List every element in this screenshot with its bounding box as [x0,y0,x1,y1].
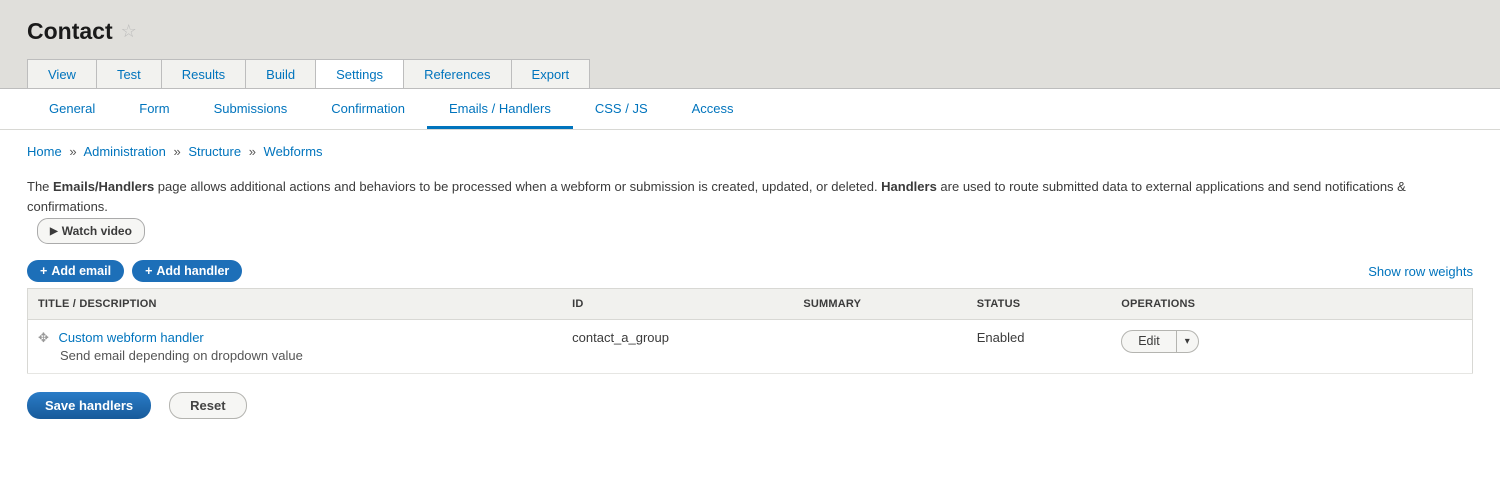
show-row-weights-link[interactable]: Show row weights [1368,264,1473,279]
breadcrumb-administration[interactable]: Administration [83,144,165,159]
form-actions: Save handlers Reset [27,392,1473,419]
subtab-emails-handlers[interactable]: Emails / Handlers [427,89,573,129]
subtab-general[interactable]: General [27,89,117,129]
star-icon[interactable]: ☆ [121,21,137,42]
reset-button[interactable]: Reset [169,392,246,419]
save-handlers-button[interactable]: Save handlers [27,392,151,419]
col-summary: SUMMARY [793,289,966,320]
desc-text: page allows additional actions and behav… [154,179,881,194]
subtab-confirmation[interactable]: Confirmation [309,89,427,129]
drag-handle-icon[interactable]: ✥ [38,330,55,345]
table-row: ✥ Custom webform handler Send email depe… [28,320,1473,374]
handler-title-link[interactable]: Custom webform handler [59,330,204,345]
subtab-css-js[interactable]: CSS / JS [573,89,670,129]
tab-export[interactable]: Export [511,59,591,88]
handler-summary [793,320,966,374]
breadcrumb-home[interactable]: Home [27,144,62,159]
actions-row: + Add email + Add handler Show row weigh… [27,260,1473,282]
subtab-access[interactable]: Access [670,89,756,129]
play-icon: ▶ [50,224,58,239]
plus-icon: + [145,264,152,278]
col-id: ID [562,289,793,320]
secondary-tabs-bar: General Form Submissions Confirmation Em… [0,89,1500,130]
col-operations: OPERATIONS [1111,289,1472,320]
handlers-table: TITLE / DESCRIPTION ID SUMMARY STATUS OP… [27,288,1473,374]
edit-button[interactable]: Edit [1122,331,1177,352]
secondary-tabs: General Form Submissions Confirmation Em… [27,89,1473,129]
add-email-label: Add email [51,264,111,278]
operations-dropbutton: Edit ▾ [1121,330,1199,353]
tab-test[interactable]: Test [96,59,161,88]
dropbutton-arrow[interactable]: ▾ [1177,331,1198,352]
tab-results[interactable]: Results [161,59,245,88]
add-handler-button[interactable]: + Add handler [132,260,242,282]
handler-description: Send email depending on dropdown value [60,348,552,363]
page-description: The Emails/Handlers page allows addition… [27,177,1473,244]
page-title: Contact [27,18,113,45]
header-region: Contact ☆ View Test Results Build Settin… [0,0,1500,89]
add-handler-label: Add handler [156,264,229,278]
subtab-submissions[interactable]: Submissions [192,89,310,129]
breadcrumb: Home » Administration » Structure » Webf… [27,144,1473,159]
page-title-row: Contact ☆ [27,18,1473,45]
add-email-button[interactable]: + Add email [27,260,124,282]
desc-text: The [27,179,53,194]
col-title: TITLE / DESCRIPTION [28,289,563,320]
watch-video-button[interactable]: ▶ Watch video [37,218,145,244]
plus-icon: + [40,264,47,278]
handler-status: Enabled [967,320,1112,374]
tab-view[interactable]: View [27,59,96,88]
breadcrumb-sep: » [69,144,76,159]
subtab-form[interactable]: Form [117,89,191,129]
desc-strong-1: Emails/Handlers [53,179,154,194]
breadcrumb-sep: » [249,144,256,159]
tab-references[interactable]: References [403,59,510,88]
breadcrumb-sep: » [173,144,180,159]
desc-strong-2: Handlers [881,179,937,194]
tab-settings[interactable]: Settings [315,59,403,88]
tab-build[interactable]: Build [245,59,315,88]
primary-tabs: View Test Results Build Settings Referen… [27,59,1473,88]
content-region: Home » Administration » Structure » Webf… [0,130,1500,449]
col-status: STATUS [967,289,1112,320]
handler-id: contact_a_group [562,320,793,374]
table-header-row: TITLE / DESCRIPTION ID SUMMARY STATUS OP… [28,289,1473,320]
breadcrumb-webforms[interactable]: Webforms [264,144,323,159]
watch-video-label: Watch video [62,222,132,240]
breadcrumb-structure[interactable]: Structure [188,144,241,159]
